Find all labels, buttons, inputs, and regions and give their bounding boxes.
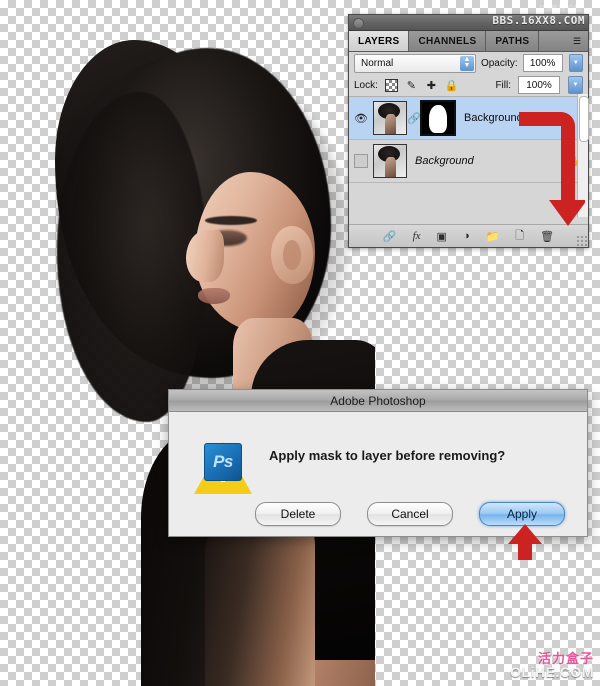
layer-thumbnail[interactable]: [373, 144, 407, 178]
blend-mode-value: Normal: [361, 57, 394, 69]
opacity-input[interactable]: 100%: [522, 54, 563, 72]
delete-layer-icon[interactable]: 🗑: [540, 230, 554, 243]
watermark-top: BBS.16XX8.COM: [492, 14, 585, 27]
mask-silhouette: [429, 105, 447, 133]
tab-paths[interactable]: PATHS: [486, 31, 540, 51]
photoshop-badge-label: Ps: [213, 452, 233, 471]
eyebrow: [205, 216, 257, 225]
annotation-arrow-down: [519, 112, 585, 226]
panel-menu-icon[interactable]: ☰: [566, 31, 588, 51]
move-lock-icon[interactable]: ✚: [425, 79, 438, 92]
fill-input[interactable]: 100%: [518, 76, 560, 94]
ear: [271, 226, 313, 284]
blend-mode-select[interactable]: Normal ▲ ▼: [354, 53, 476, 73]
panel-titlebar[interactable]: PS教程论坛 BBS.16XX8.COM: [349, 4, 588, 31]
dialog-title: Adobe Photoshop: [330, 393, 426, 408]
delete-button[interactable]: Delete: [255, 502, 341, 526]
dialog-button-row: Delete Cancel Apply: [169, 502, 587, 526]
opacity-label: Opacity:: [480, 57, 518, 69]
chevron-updown-icon[interactable]: ▲ ▼: [459, 55, 474, 71]
dialog-message: Apply mask to layer before removing?: [269, 448, 506, 463]
add-layer-mask-icon[interactable]: ▣: [437, 230, 447, 243]
layer-visibility-toggle[interactable]: [349, 154, 373, 168]
new-layer-icon[interactable]: 🗋: [515, 227, 524, 246]
fill-label: Fill:: [495, 79, 511, 91]
link-mask-icon[interactable]: 🔗: [407, 112, 421, 125]
transparency-lock-icon[interactable]: [384, 78, 398, 92]
annotation-arrow-up: [508, 524, 542, 560]
watermark-bottom: 活力盒子 OLiHE.COM: [510, 652, 594, 680]
watermark-bottom-cn: 活力盒子: [537, 650, 594, 666]
fill-chevron-down-icon[interactable]: ▼: [568, 76, 583, 94]
panel-tab-strip[interactable]: LAYERS CHANNELS PATHS ☰: [349, 31, 588, 52]
watermark-bottom-en: OLiHE.COM: [510, 664, 594, 681]
thumbnail-body: [385, 114, 396, 134]
dialog-body: Ps Apply mask to layer before removing? …: [169, 412, 587, 537]
nose: [186, 230, 224, 282]
portrait-photo: [55, 40, 375, 686]
new-group-icon[interactable]: 📁: [486, 230, 500, 243]
layer-visibility-toggle[interactable]: 👁: [349, 112, 373, 125]
layer-name-label[interactable]: Background: [415, 155, 474, 167]
link-layers-icon[interactable]: 🔗: [383, 230, 397, 243]
tab-layers[interactable]: LAYERS: [349, 31, 410, 51]
panel-resize-grip[interactable]: [576, 235, 587, 246]
alert-dialog[interactable]: Adobe Photoshop Ps Apply mask to layer b…: [168, 389, 588, 537]
blend-mode-row[interactable]: Normal ▲ ▼ Opacity: 100% ▼: [349, 52, 588, 74]
photoshop-badge-icon: Ps: [204, 443, 242, 481]
tab-channels[interactable]: CHANNELS: [409, 31, 487, 51]
layer-mask-thumbnail[interactable]: [420, 100, 456, 136]
lock-label: Lock:: [354, 79, 378, 91]
eye-icon[interactable]: 👁: [354, 112, 368, 125]
opacity-chevron-down-icon[interactable]: ▼: [568, 54, 583, 72]
panel-close-dot-icon[interactable]: [353, 18, 364, 29]
thumbnail-body: [385, 157, 396, 177]
eye-off-icon[interactable]: [354, 154, 368, 168]
new-adjustment-layer-icon[interactable]: ◑: [463, 230, 470, 242]
lips: [198, 288, 230, 304]
watermark-top-faint: PS教程论坛: [539, 4, 582, 13]
layer-style-fx-icon[interactable]: fx: [413, 230, 421, 242]
paintbrush-lock-icon[interactable]: ✎: [405, 79, 418, 92]
hair-volume-left: [57, 92, 207, 422]
cancel-button[interactable]: Cancel: [367, 502, 453, 526]
lock-row[interactable]: Lock: ✎ ✚ 🔒 Fill: 100% ▼: [349, 74, 588, 97]
layer-thumbnail[interactable]: [373, 101, 407, 135]
tab-spacer: [539, 31, 566, 51]
dialog-titlebar: Adobe Photoshop: [169, 390, 587, 412]
all-lock-icon[interactable]: 🔒: [445, 79, 459, 92]
apply-button[interactable]: Apply: [479, 502, 565, 526]
